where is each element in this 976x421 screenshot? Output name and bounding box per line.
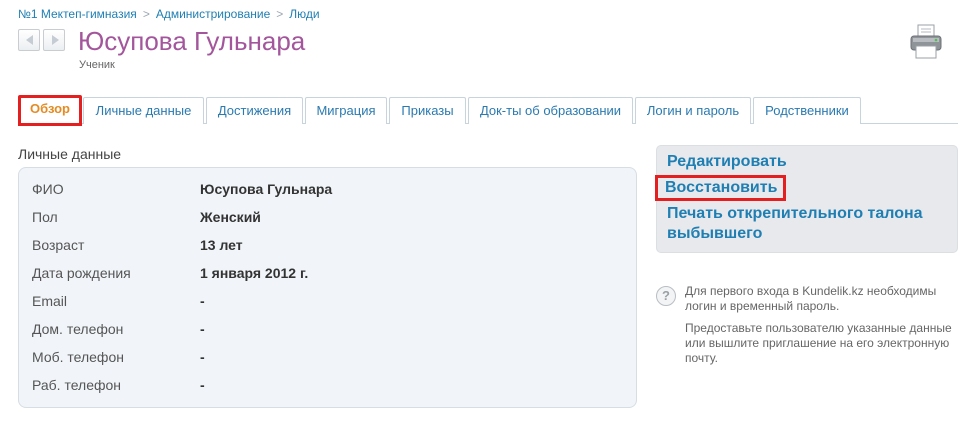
next-arrow-icon[interactable] bbox=[43, 29, 65, 51]
question-icon: ? bbox=[656, 286, 676, 306]
prev-arrow-icon[interactable] bbox=[18, 29, 40, 51]
edit-link[interactable]: Редактировать bbox=[667, 152, 787, 172]
breadcrumb-separator: > bbox=[142, 7, 150, 21]
info-value: Женский bbox=[200, 209, 261, 225]
breadcrumb-people[interactable]: Люди bbox=[289, 7, 319, 21]
tab-personal-data[interactable]: Личные данные bbox=[83, 97, 204, 124]
tab-orders[interactable]: Приказы bbox=[389, 97, 466, 124]
info-label: Дом. телефон bbox=[32, 321, 124, 337]
section-title: Личные данные bbox=[18, 146, 122, 162]
info-value: Юсупова Гульнара bbox=[200, 181, 333, 197]
info-label: Раб. телефон bbox=[32, 377, 122, 393]
info-label: Возраст bbox=[32, 237, 85, 253]
info-label: Пол bbox=[32, 209, 58, 225]
restore-link[interactable]: Восстановить bbox=[655, 175, 787, 201]
print-link-line2: выбывшего bbox=[667, 225, 763, 242]
breadcrumb-separator: > bbox=[276, 7, 284, 21]
print-link-line1: Печать открепительного талона bbox=[667, 205, 923, 222]
info-value: - bbox=[200, 293, 205, 309]
tab-login-password[interactable]: Логин и пароль bbox=[635, 97, 751, 124]
help-text-login: Для первого входа в Kundelik.kz необходи… bbox=[685, 284, 937, 313]
tab-education-docs[interactable]: Док-ты об образовании bbox=[468, 97, 633, 124]
tab-overview[interactable]: Обзор bbox=[18, 95, 82, 126]
personal-info-panel: ФИО Юсупова Гульнара Пол Женский Возраст… bbox=[18, 167, 637, 408]
info-label: Дата рождения bbox=[32, 265, 131, 281]
tab-migration[interactable]: Миграция bbox=[305, 97, 387, 124]
info-label: Email bbox=[32, 293, 68, 309]
breadcrumb-administration[interactable]: Администрирование bbox=[156, 7, 270, 21]
info-label: ФИО bbox=[32, 181, 64, 197]
info-value: 13 лет bbox=[200, 237, 243, 253]
help-text-invite: Предоставьте пользователю указанные данн… bbox=[685, 321, 952, 365]
breadcrumb-school[interactable]: №1 Мектеп-гимназия bbox=[18, 7, 137, 21]
info-value: - bbox=[200, 349, 205, 365]
tab-relatives[interactable]: Родственники bbox=[753, 97, 861, 124]
info-value: - bbox=[200, 321, 205, 337]
info-label: Моб. телефон bbox=[32, 349, 124, 365]
info-value: 1 января 2012 г. bbox=[200, 265, 309, 281]
print-detachment-slip-link[interactable]: Печать открепительного талона выбывшего bbox=[667, 204, 923, 244]
printer-icon[interactable] bbox=[909, 24, 943, 60]
info-value: - bbox=[200, 377, 205, 393]
tab-achievements[interactable]: Достижения bbox=[206, 97, 303, 124]
tab-bar: Обзор Личные данные Достижения Миграция … bbox=[18, 95, 958, 126]
record-navigation bbox=[18, 29, 65, 51]
page-subtitle: Ученик bbox=[79, 59, 115, 71]
page-title: Юсупова Гульнара bbox=[78, 26, 306, 56]
actions-panel: Редактировать Восстановить Печать откреп… bbox=[655, 145, 958, 253]
breadcrumb: №1 Мектеп-гимназия > Администрирование > Люд… bbox=[18, 7, 320, 21]
